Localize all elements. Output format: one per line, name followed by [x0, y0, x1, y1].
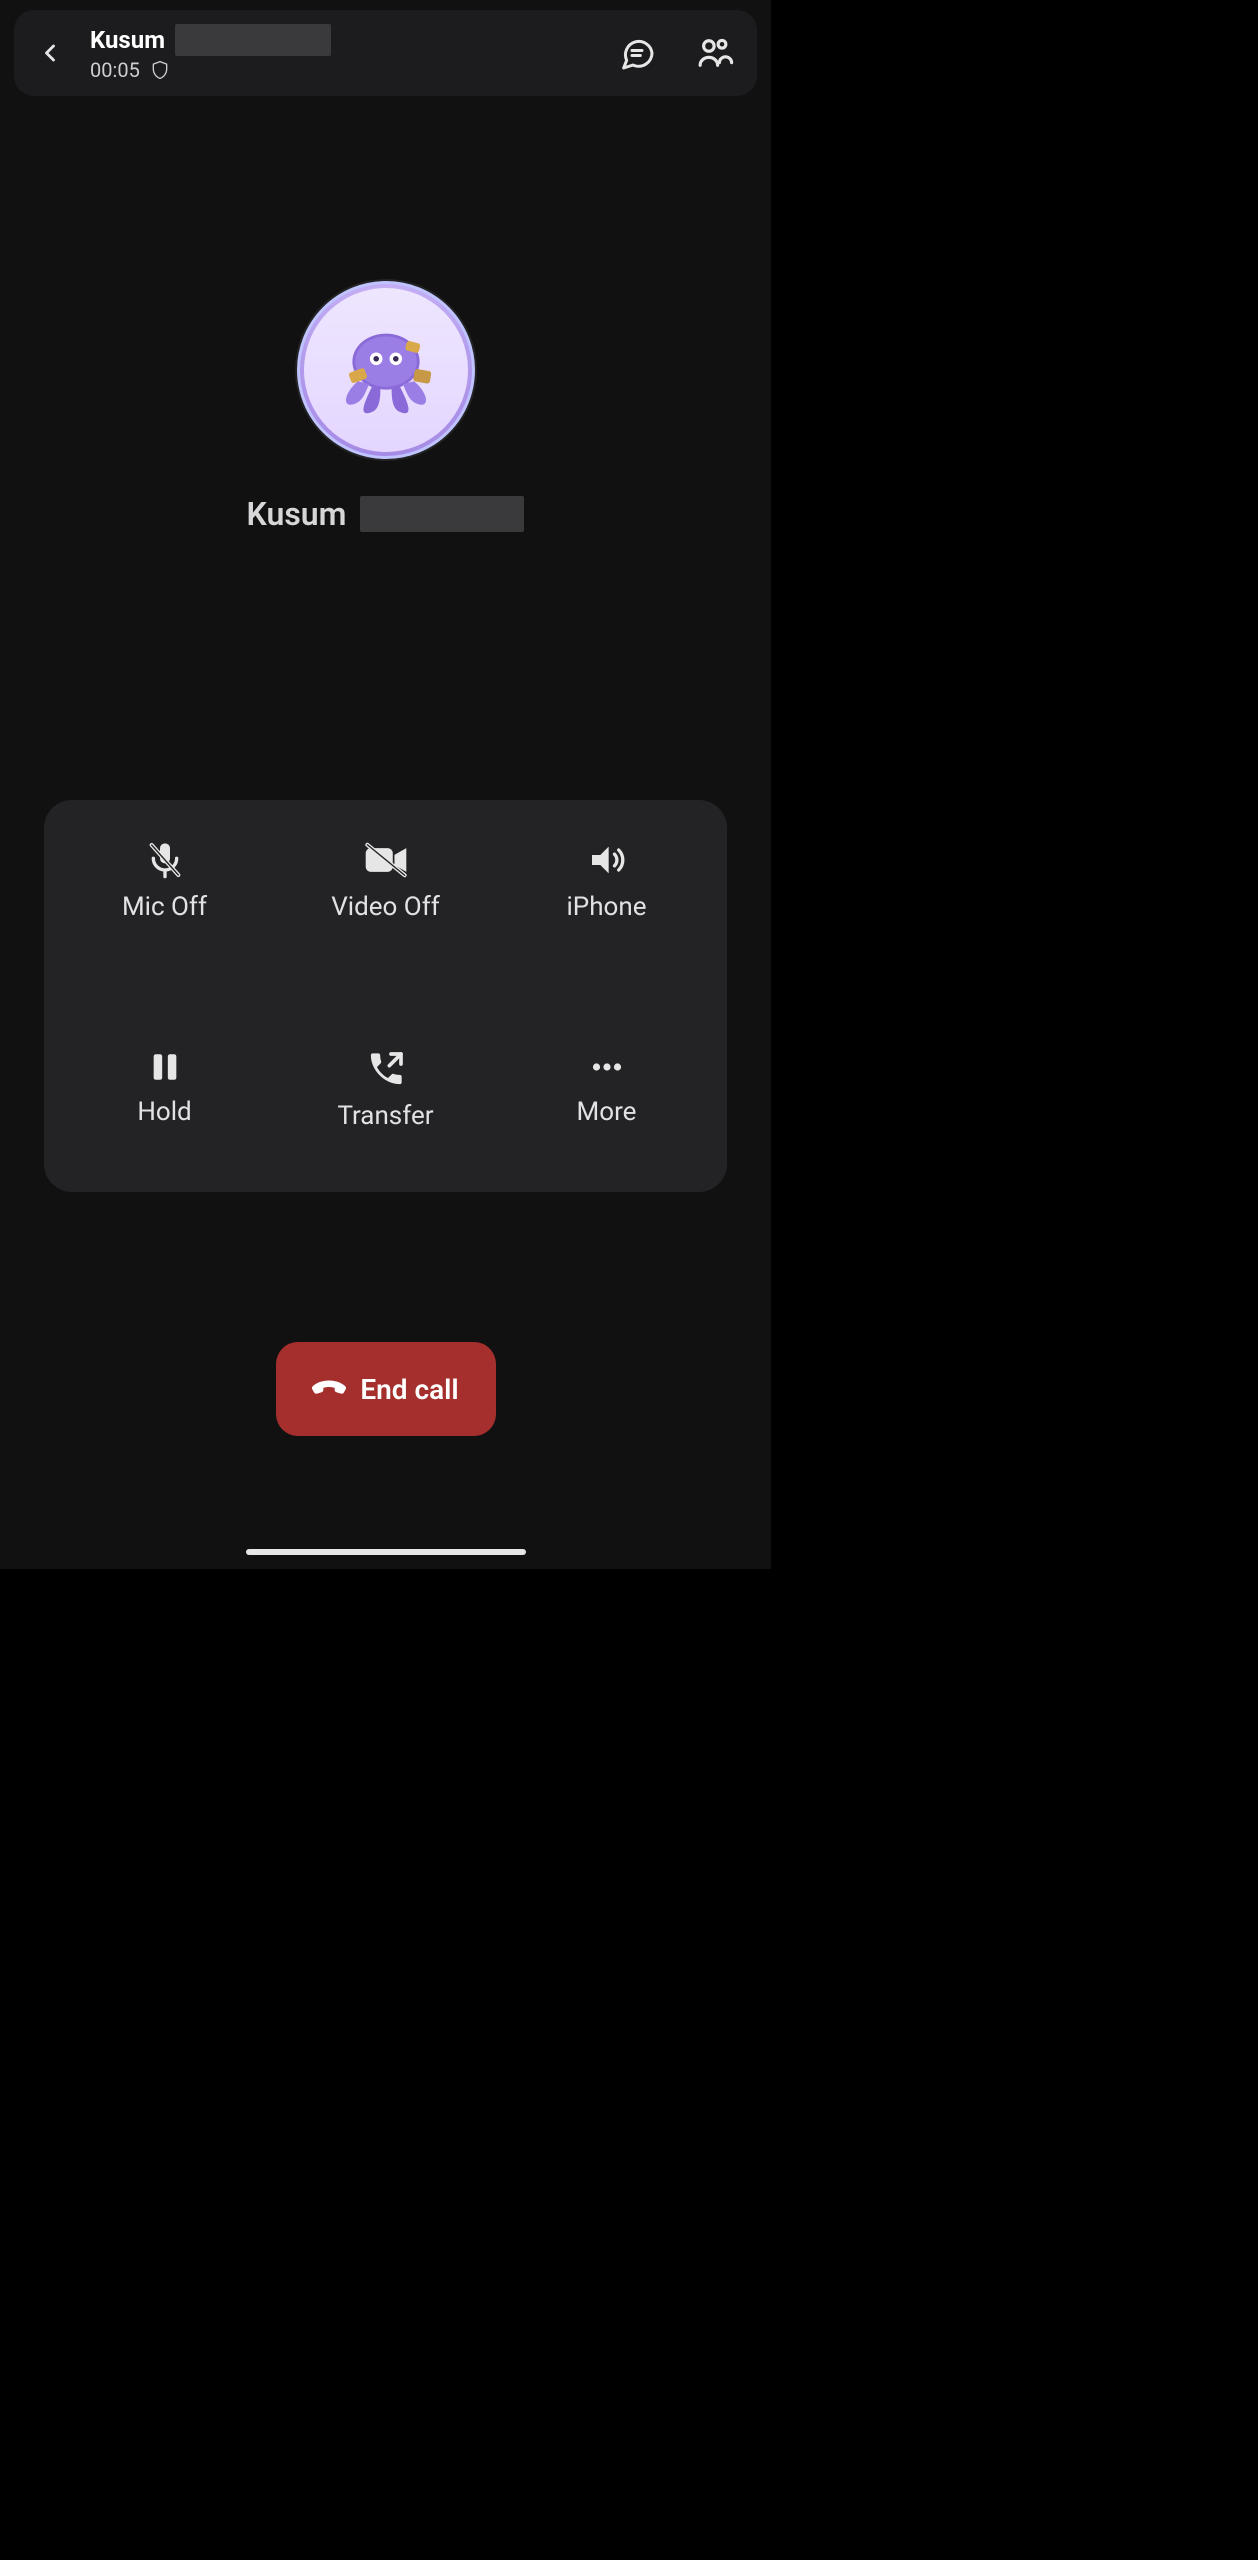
end-call-label: End call [360, 1373, 458, 1406]
header-name-redacted [175, 24, 331, 56]
call-topbar: Kusum 00:05 [14, 10, 757, 96]
chat-button[interactable] [613, 29, 661, 77]
avatar-image [304, 288, 468, 452]
video-off-icon [364, 840, 408, 880]
hold-button[interactable]: Hold [54, 1049, 275, 1153]
header-timer-row: 00:05 [90, 58, 605, 82]
header-contact-name: Kusum [90, 26, 165, 54]
pause-icon [148, 1049, 182, 1085]
chevron-left-icon [36, 39, 64, 67]
video-label: Video Off [331, 892, 440, 922]
contact-name: Kusum [247, 495, 347, 533]
header-actions [613, 29, 747, 77]
people-button[interactable] [691, 29, 739, 77]
transfer-button[interactable]: Transfer [275, 1049, 496, 1153]
mic-off-icon [145, 840, 185, 880]
transfer-icon [366, 1049, 406, 1089]
call-timer: 00:05 [90, 58, 140, 82]
mic-label: Mic Off [122, 892, 207, 922]
call-header-info: Kusum 00:05 [90, 24, 605, 82]
contact-name-redacted [360, 496, 524, 532]
people-icon [694, 32, 736, 74]
call-screen: Kusum 00:05 [0, 0, 771, 1569]
call-center-area: Kusum [0, 281, 771, 533]
more-label: More [577, 1097, 637, 1127]
call-controls-panel: Mic Off Video Off iPhone Hold [44, 800, 727, 1192]
speaker-icon [585, 840, 629, 880]
header-name-row: Kusum [90, 24, 605, 56]
mic-toggle-button[interactable]: Mic Off [54, 840, 275, 944]
octopus-avatar-icon [316, 300, 456, 440]
contact-name-row: Kusum [247, 495, 525, 533]
chat-icon [617, 33, 657, 73]
shield-icon [150, 59, 170, 81]
more-icon [587, 1049, 627, 1085]
video-toggle-button[interactable]: Video Off [275, 840, 496, 944]
back-button[interactable] [18, 21, 82, 85]
hangup-icon [312, 1377, 346, 1401]
contact-avatar [297, 281, 475, 459]
more-button[interactable]: More [496, 1049, 717, 1153]
hold-label: Hold [137, 1097, 191, 1127]
transfer-label: Transfer [337, 1101, 433, 1131]
home-indicator[interactable] [246, 1549, 526, 1555]
audio-output-button[interactable]: iPhone [496, 840, 717, 944]
audio-label: iPhone [566, 892, 646, 922]
end-call-button[interactable]: End call [276, 1342, 496, 1436]
